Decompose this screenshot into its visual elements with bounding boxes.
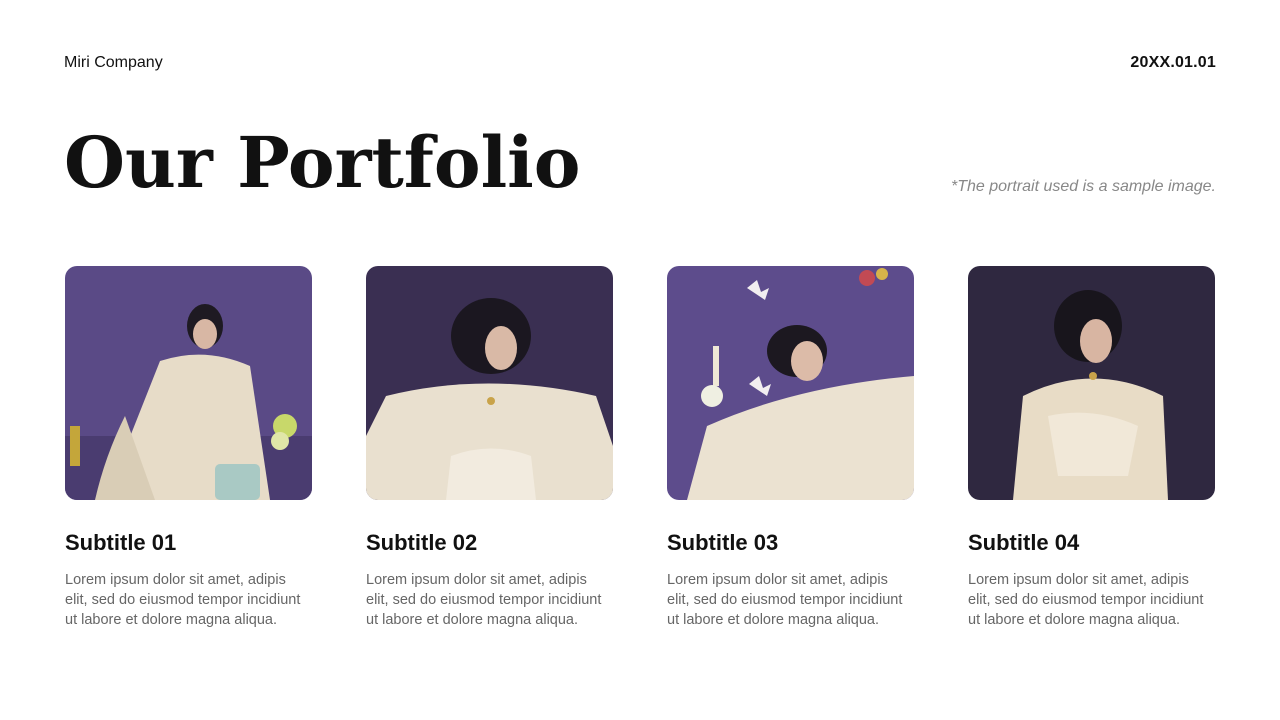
card-description: Lorem ipsum dolor sit amet, adipis elit,… — [667, 572, 903, 629]
card-subtitle: Subtitle 04 — [968, 530, 1080, 555]
portfolio-card-2: Subtitle 02 Lorem ipsum dolor sit amet, … — [366, 266, 613, 630]
portfolio-card-4: Subtitle 04 Lorem ipsum dolor sit amet, … — [968, 266, 1215, 630]
sample-image-note: *The portrait used is a sample image. — [950, 178, 1216, 195]
portfolio-card-1: Subtitle 01 Lorem ipsum dolor sit amet, … — [65, 266, 312, 630]
portrait-photo — [65, 266, 312, 500]
portfolio-cards: Subtitle 01 Lorem ipsum dolor sit amet, … — [65, 266, 1215, 630]
card-description: Lorem ipsum dolor sit amet, adipis elit,… — [366, 572, 602, 629]
date-label: 20XX.01.01 — [1130, 54, 1216, 71]
card-subtitle: Subtitle 01 — [65, 530, 177, 555]
portfolio-card-3: Subtitle 03 Lorem ipsum dolor sit amet, … — [667, 266, 914, 630]
portrait-photo — [667, 266, 914, 500]
portrait-photo — [968, 266, 1215, 500]
card-description: Lorem ipsum dolor sit amet, adipis elit,… — [65, 572, 301, 629]
portrait-photo — [366, 266, 613, 500]
page-title: Our Portfolio — [64, 121, 581, 204]
card-subtitle: Subtitle 02 — [366, 530, 478, 555]
card-description: Lorem ipsum dolor sit amet, adipis elit,… — [968, 572, 1204, 629]
card-subtitle: Subtitle 03 — [667, 530, 779, 555]
company-name: Miri Company — [64, 54, 163, 71]
